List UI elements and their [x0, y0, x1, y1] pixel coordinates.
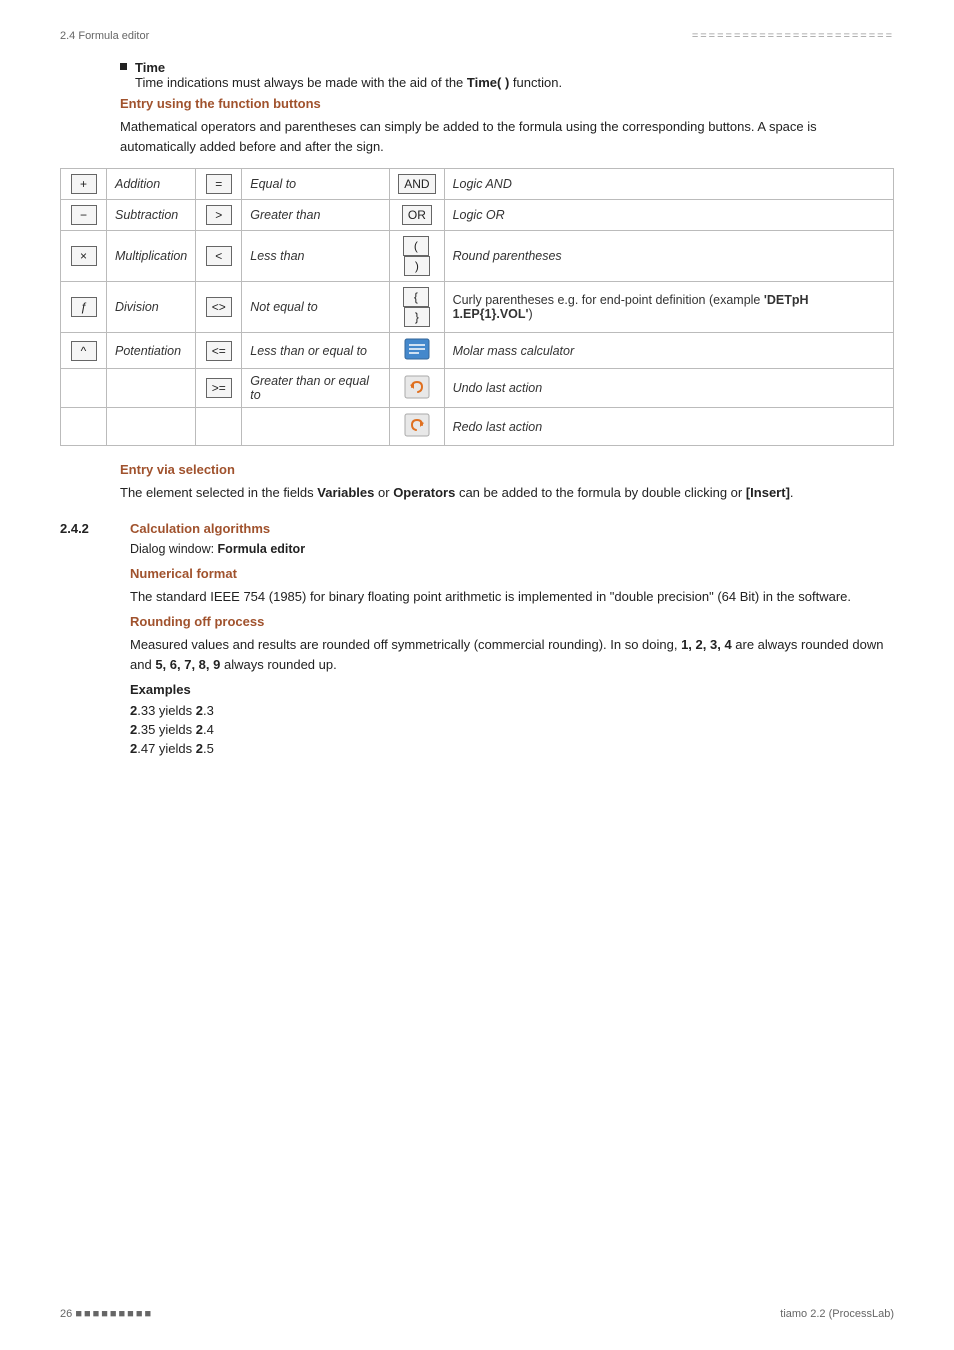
entry-buttons-intro: Mathematical operators and parentheses c…: [120, 117, 894, 156]
redo-icon: [404, 413, 430, 437]
bullet-icon: [120, 63, 127, 70]
btn-lt: <: [196, 231, 242, 282]
btn-multiply: ×: [61, 231, 107, 282]
undo-icon: [404, 375, 430, 399]
header-dots: ========================: [692, 30, 894, 42]
btn-minus: −: [61, 200, 107, 231]
example-3: 2.47 yields 2.5: [130, 741, 894, 756]
time-desc: Time indications must always be made wit…: [135, 75, 562, 90]
entry-buttons-section: Entry using the function buttons Mathema…: [120, 96, 894, 156]
molar-icon: [404, 338, 430, 360]
entry-selection-section: Entry via selection The element selected…: [120, 462, 894, 503]
table-row: >= Greater than or equal to Undo last ac…: [61, 369, 894, 408]
rounding-text: Measured values and results are rounded …: [130, 635, 894, 674]
footer-page: 26 ■■■■■■■■■: [60, 1308, 153, 1320]
rounding-title: Rounding off process: [130, 614, 894, 629]
table-row: ^ Potentiation <= Less than or equal to …: [61, 333, 894, 369]
examples-title: Examples: [130, 682, 894, 697]
section-content: Calculation algorithms Dialog window: Fo…: [130, 521, 894, 761]
btn-and: AND: [390, 169, 444, 200]
dialog-note: Dialog window: Formula editor: [130, 542, 894, 556]
example-1: 2.33 yields 2.3: [130, 703, 894, 718]
section-number: 2.4.2: [60, 521, 130, 536]
header-left: 2.4 Formula editor: [60, 30, 149, 42]
page-footer: 26 ■■■■■■■■■ tiamo 2.2 (ProcessLab): [60, 1308, 894, 1320]
btn-power: ^: [61, 333, 107, 369]
btn-divide: ƒ: [61, 282, 107, 333]
btn-round-parens: (): [390, 231, 444, 282]
table-row: − Subtraction > Greater than OR Logic OR: [61, 200, 894, 231]
btn-curly-parens: {}: [390, 282, 444, 333]
btn-undo: [390, 369, 444, 408]
btn-neq: <>: [196, 282, 242, 333]
numerical-format-title: Numerical format: [130, 566, 894, 581]
table-row: + Addition = Equal to AND Logic AND: [61, 169, 894, 200]
time-bullet: Time Time indications must always be mad…: [120, 60, 894, 90]
btn-or: OR: [390, 200, 444, 231]
section-title: Calculation algorithms: [130, 521, 894, 536]
btn-gte: >=: [196, 369, 242, 408]
btn-redo: [390, 408, 444, 446]
table-row: Redo last action: [61, 408, 894, 446]
btn-lte: <=: [196, 333, 242, 369]
page-header: 2.4 Formula editor =====================…: [60, 30, 894, 42]
btn-equal: =: [196, 169, 242, 200]
time-bullet-text: Time Time indications must always be mad…: [135, 60, 562, 90]
table-row: × Multiplication < Less than () Round pa…: [61, 231, 894, 282]
example-2: 2.35 yields 2.4: [130, 722, 894, 737]
entry-selection-text: The element selected in the fields Varia…: [120, 483, 894, 503]
entry-buttons-title: Entry using the function buttons: [120, 96, 894, 111]
table-row: ƒ Division <> Not equal to {} Curly pare…: [61, 282, 894, 333]
btn-gt: >: [196, 200, 242, 231]
operators-table: + Addition = Equal to AND Logic AND − Su…: [60, 168, 894, 446]
btn-plus: +: [61, 169, 107, 200]
numerical-format-text: The standard IEEE 754 (1985) for binary …: [130, 587, 894, 607]
btn-molar: [390, 333, 444, 369]
footer-brand: tiamo 2.2 (ProcessLab): [780, 1308, 894, 1320]
entry-selection-title: Entry via selection: [120, 462, 894, 477]
section-242: 2.4.2 Calculation algorithms Dialog wind…: [60, 521, 894, 761]
